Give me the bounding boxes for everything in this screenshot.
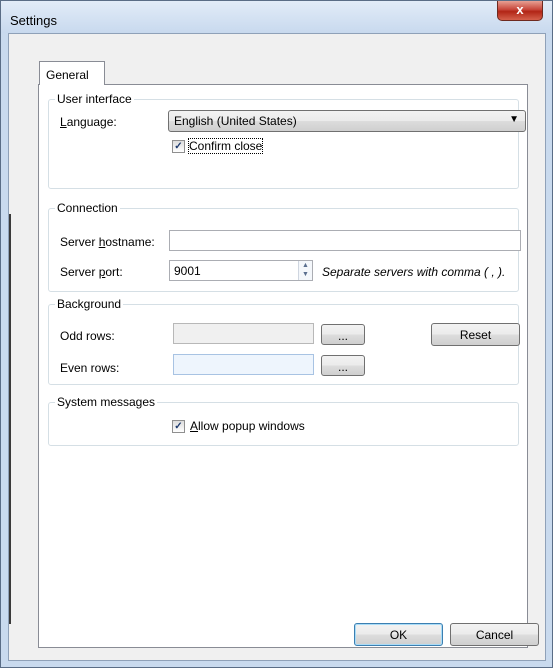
even-rows-color-field [173,354,314,375]
dialog-client: General User interface Language: English… [8,33,546,661]
hostname-input[interactable] [169,230,521,251]
tab-general-label: General [46,68,89,82]
left-strip [9,214,11,624]
group-connection: Connection Server hostname: Server port:… [48,201,521,292]
settings-window: Settings x General User interface Langua… [0,0,553,668]
close-icon: x [516,2,524,17]
even-rows-label: Even rows: [60,361,120,375]
port-label: Server port: [60,265,123,279]
group-connection-title: Connection [55,201,120,215]
odd-rows-color-field [173,323,314,344]
port-stepper[interactable]: ▲ ▼ [298,261,312,280]
confirm-close-label[interactable]: Confirm close [187,138,264,154]
even-rows-browse-button[interactable]: ... [321,355,365,376]
group-background-title: Background [55,297,124,311]
ok-button[interactable]: OK [354,623,443,646]
tab-panel-general: User interface Language: English (United… [38,84,528,648]
group-system-messages-title: System messages [55,395,158,409]
group-user-interface-title: User interface [55,92,134,106]
odd-rows-browse-button[interactable]: ... [321,324,365,345]
allow-popup-checkbox[interactable]: ✓ [172,420,185,433]
cancel-button[interactable]: Cancel [450,623,539,646]
confirm-close-checkbox[interactable]: ✓ [172,140,185,153]
allow-popup-label[interactable]: Allow popup windows [190,419,305,433]
title-bar[interactable]: Settings x [1,1,552,33]
language-label: Language: [60,115,117,129]
group-system-messages: System messages ✓ Allow popup windows [48,395,519,446]
port-input[interactable] [169,260,313,281]
tab-general[interactable]: General [39,61,105,85]
group-background: Background Odd rows: ... Reset Even rows… [48,297,520,385]
reset-button[interactable]: Reset [431,323,520,346]
window-title: Settings [10,13,57,28]
language-select[interactable]: English (United States) ▼ [168,110,526,132]
close-button[interactable]: x [497,1,543,21]
group-user-interface: User interface Language: English (United… [48,92,526,189]
odd-rows-label: Odd rows: [60,329,115,343]
chevron-down-icon: ▼ [509,114,519,125]
language-select-value: English (United States) [174,114,297,128]
spin-down-icon[interactable]: ▼ [299,270,312,279]
port-hint: Separate servers with comma ( , ). [322,265,506,279]
hostname-label: Server hostname: [60,235,155,249]
spin-up-icon[interactable]: ▲ [299,261,312,270]
